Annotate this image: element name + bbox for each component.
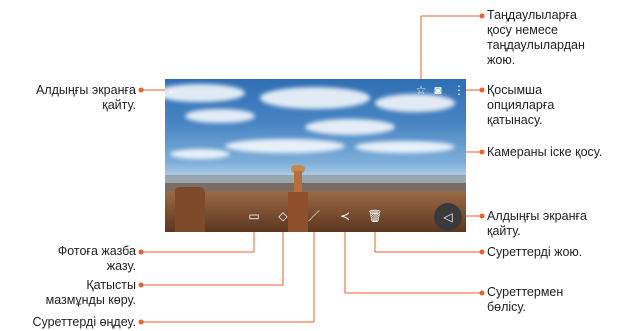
back-triangle-icon[interactable]: ◁ — [434, 203, 462, 231]
memo-icon[interactable]: ▭ — [247, 209, 261, 223]
trash-icon[interactable]: 🗑 — [367, 209, 382, 223]
callout-edit: Суреттерді өңдеу. — [4, 315, 136, 330]
callout-edit-line: Суреттерді өңдеу. — [32, 315, 136, 329]
callout-favorite-line: қосу немесе — [487, 23, 558, 37]
callout-share: Суреттермен бөлісу. — [487, 285, 563, 315]
camera-icon[interactable]: ◙ — [431, 83, 445, 97]
callout-back-bottom-line: Алдыңғы экранға — [487, 209, 587, 223]
callout-memo: Фотоға жазба жазу. — [8, 244, 136, 274]
callout-more-options-line: қатынасу. — [487, 113, 543, 127]
callout-favorite-line: таңдаулылардан — [487, 38, 585, 52]
callout-favorite-line: жою. — [487, 53, 516, 67]
callout-delete: Суреттерді жою. — [487, 245, 582, 260]
callout-memo-line: жазу. — [106, 259, 136, 273]
star-icon[interactable]: ☆ — [414, 83, 428, 97]
callout-share-line: бөлісу. — [487, 300, 526, 314]
callout-related-line: мазмұнды көру. — [45, 293, 136, 307]
callout-delete-line: Суреттерді жою. — [487, 245, 583, 259]
callout-favorite-line: Таңдаулыларға — [487, 8, 577, 22]
callout-back-top-line: қайту. — [102, 98, 136, 112]
callout-back-top-line: Алдыңғы экранға — [36, 83, 136, 97]
callout-related: Қатысты мазмұнды көру. — [8, 278, 136, 308]
callout-back-bottom-line: қайту. — [487, 224, 521, 238]
arrow-left-icon[interactable]: ← — [166, 83, 180, 97]
callout-camera: Камераны іске қосу. — [487, 145, 602, 160]
callout-memo-line: Фотоға жазба — [57, 244, 136, 258]
tag-icon[interactable]: ◇ — [276, 209, 290, 223]
callout-favorite: Таңдаулыларға қосу немесе таңдаулылардан… — [487, 8, 585, 68]
callout-camera-line: Камераны іске қосу. — [487, 145, 603, 159]
callout-more-options: Қосымша опцияларға қатынасу. — [487, 83, 554, 128]
callout-share-line: Суреттермен — [487, 285, 564, 299]
pencil-icon[interactable]: ／ — [307, 209, 321, 223]
callout-back-bottom: Алдыңғы экранға қайту. — [487, 209, 587, 239]
callout-more-options-line: опцияларға — [487, 98, 555, 112]
callout-more-options-line: Қосымша — [487, 83, 543, 97]
callout-related-line: Қатысты — [86, 278, 136, 292]
callout-back-top: Алдыңғы экранға қайту. — [8, 83, 136, 113]
share-icon[interactable]: ≺ — [338, 209, 352, 223]
more-vertical-icon[interactable]: ⋮ — [452, 83, 466, 97]
